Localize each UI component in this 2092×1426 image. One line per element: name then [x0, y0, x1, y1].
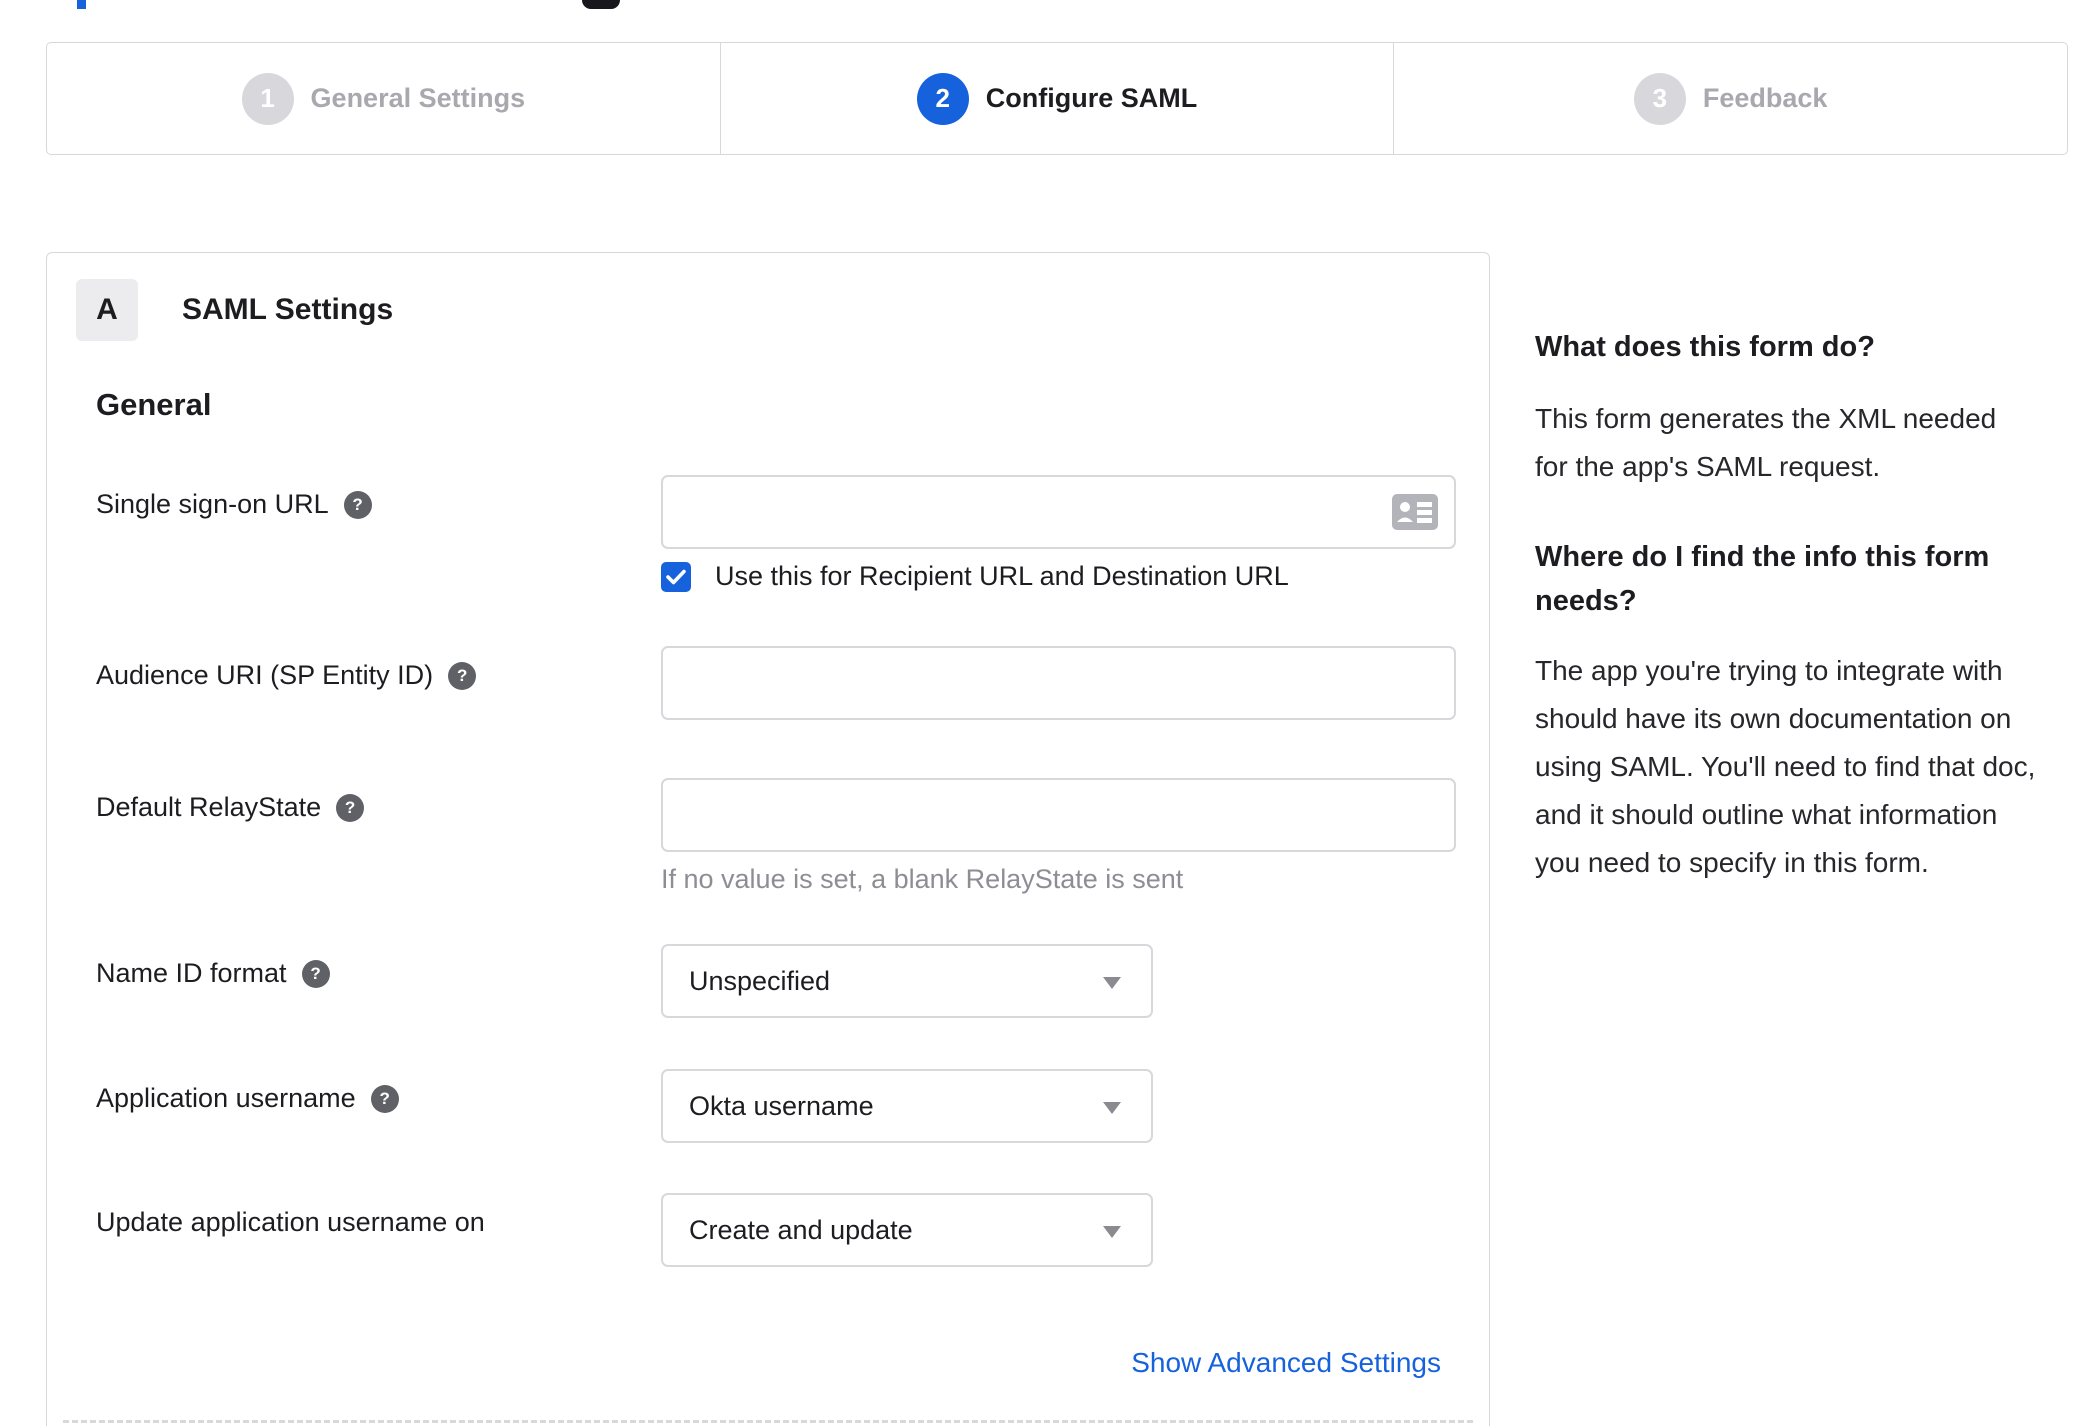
step-3-label: Feedback	[1702, 83, 1828, 113]
wizard-stepper: 1 General Settings 2 Configure SAML 3 Fe…	[46, 42, 2068, 155]
relay-state-label: Default RelayState	[96, 792, 322, 822]
recipient-url-checkbox[interactable]	[661, 561, 691, 592]
help-icon[interactable]: ?	[301, 959, 330, 988]
audience-uri-row: Audience URI (SP Entity ID) ?	[96, 646, 1476, 720]
address-card-icon[interactable]	[1392, 494, 1438, 530]
recipient-url-checkbox-row: Use this for Recipient URL and Destinati…	[661, 561, 1289, 592]
section-title: SAML Settings	[182, 293, 394, 326]
step-1-label: General Settings	[310, 83, 526, 113]
general-group-heading: General	[96, 387, 212, 422]
name-id-format-label-group: Name ID format ?	[96, 958, 330, 989]
caret-down-icon	[1103, 977, 1121, 989]
caret-down-icon	[1103, 1226, 1121, 1238]
sso-url-label: Single sign-on URL	[96, 489, 329, 519]
step-2-circle: 2	[916, 72, 969, 125]
help-icon[interactable]: ?	[343, 490, 372, 519]
caret-down-icon	[1103, 1102, 1121, 1114]
update-app-username-label-group: Update application username on	[96, 1207, 485, 1238]
step-feedback[interactable]: 3 Feedback	[1394, 43, 2067, 154]
name-id-format-label: Name ID format	[96, 958, 287, 988]
show-advanced-settings-link[interactable]: Show Advanced Settings	[1131, 1347, 1441, 1379]
sso-url-row: Single sign-on URL ?	[96, 475, 1476, 549]
step-3-circle: 3	[1633, 72, 1686, 125]
audience-uri-label-group: Audience URI (SP Entity ID) ?	[96, 660, 477, 691]
relay-state-helper-text: If no value is set, a blank RelayState i…	[661, 864, 1184, 894]
dashed-section-divider	[63, 1420, 1473, 1423]
sso-url-input[interactable]	[661, 475, 1456, 549]
audience-uri-label: Audience URI (SP Entity ID)	[96, 660, 434, 690]
help-icon[interactable]: ?	[370, 1084, 399, 1113]
app-username-row: Application username ? Okta username	[96, 1069, 1476, 1143]
relay-state-input[interactable]	[661, 778, 1456, 852]
update-app-username-selected-value: Create and update	[689, 1214, 913, 1245]
name-id-format-selected-value: Unspecified	[689, 965, 831, 996]
step-general-settings[interactable]: 1 General Settings	[47, 43, 721, 154]
step-configure-saml[interactable]: 2 Configure SAML	[721, 43, 1395, 154]
step-2-label: Configure SAML	[985, 83, 1198, 113]
step-1-circle: 1	[241, 72, 294, 125]
relay-state-row: Default RelayState ? If no value is set,…	[96, 778, 1476, 898]
help-panel: What does this form do? This form genera…	[1535, 325, 2040, 887]
help-paragraph-1: This form generates the XML needed for t…	[1535, 403, 1997, 482]
recipient-url-checkbox-label: Use this for Recipient URL and Destinati…	[715, 561, 1289, 591]
check-icon	[666, 569, 686, 584]
name-id-format-row: Name ID format ? Unspecified	[96, 944, 1476, 1018]
app-username-label: Application username	[96, 1083, 356, 1113]
update-app-username-row: Update application username on Create an…	[96, 1193, 1476, 1267]
app-username-label-group: Application username ?	[96, 1083, 399, 1114]
help-paragraph-2: The app you're trying to integrate with …	[1535, 655, 2036, 878]
help-heading-1: What does this form do?	[1535, 331, 1875, 363]
sso-url-label-group: Single sign-on URL ?	[96, 489, 372, 520]
update-app-username-label: Update application username on	[96, 1207, 485, 1237]
clipped-blue-logo-fragment	[77, 0, 86, 9]
help-icon[interactable]: ?	[448, 661, 477, 690]
card-header: A SAML Settings	[76, 279, 393, 341]
audience-uri-input[interactable]	[661, 646, 1456, 720]
sso-url-input-wrap	[661, 475, 1456, 549]
saml-settings-card: A SAML Settings General Single sign-on U…	[46, 252, 1490, 1426]
name-id-format-select[interactable]: Unspecified	[661, 944, 1153, 1018]
help-icon[interactable]: ?	[336, 793, 365, 822]
help-heading-2: Where do I find the info this form needs…	[1535, 541, 1990, 617]
configure-saml-page: 1 General Settings 2 Configure SAML 3 Fe…	[0, 0, 2092, 1426]
app-username-selected-value: Okta username	[689, 1090, 874, 1121]
relay-state-label-group: Default RelayState ?	[96, 792, 365, 823]
app-username-select[interactable]: Okta username	[661, 1069, 1153, 1143]
section-a-badge: A	[76, 279, 138, 341]
update-app-username-select[interactable]: Create and update	[661, 1193, 1153, 1267]
clipped-title-glyph-fragment	[582, 0, 620, 9]
